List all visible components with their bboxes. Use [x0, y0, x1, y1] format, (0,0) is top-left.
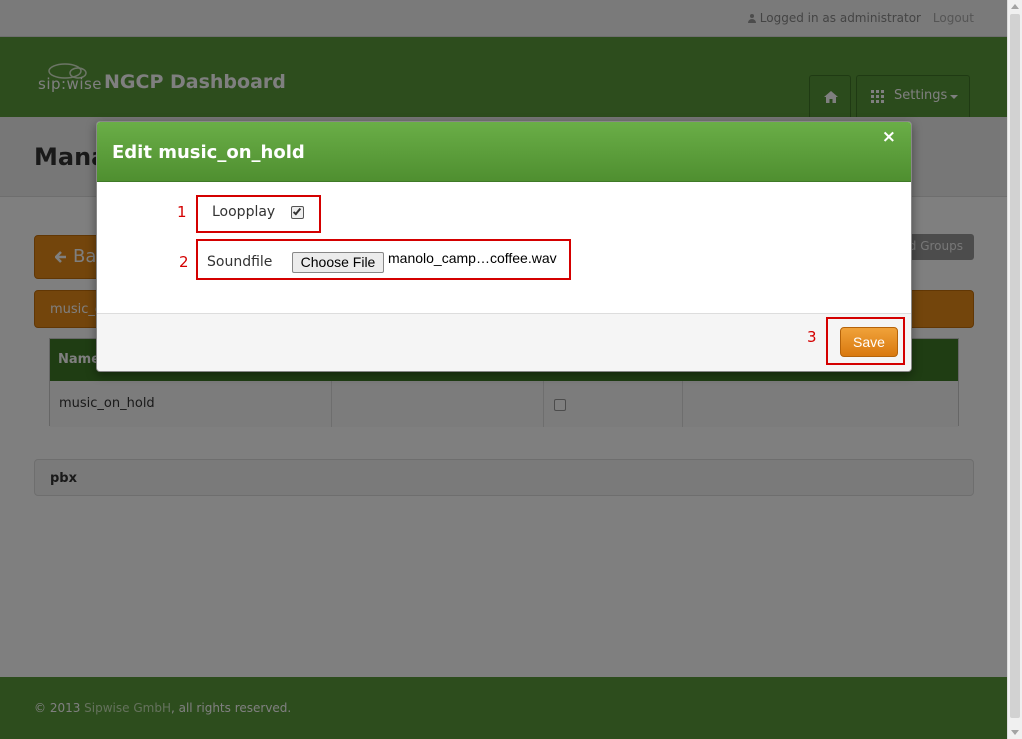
annotation-number-1: 1 [177, 203, 187, 221]
loopplay-label: Loopplay [212, 204, 276, 220]
modal-header: Edit music_on_hold × [97, 122, 911, 182]
annotation-number-2: 2 [179, 253, 189, 271]
scrollbar-thumb[interactable] [1010, 14, 1020, 718]
vertical-scrollbar[interactable] [1007, 0, 1022, 739]
modal-title: Edit music_on_hold [112, 142, 305, 163]
save-button[interactable]: Save [840, 327, 898, 357]
scroll-up-icon[interactable] [1011, 4, 1019, 9]
soundfile-label: Soundfile [207, 254, 273, 270]
edit-modal: Edit music_on_hold × 1 Loopplay 2 Soundf… [96, 121, 912, 372]
modal-footer [97, 313, 911, 371]
checkmark-icon [292, 206, 302, 216]
scroll-down-icon[interactable] [1011, 730, 1019, 735]
selected-file-name: manolo_camp…coffee.wav [388, 250, 557, 266]
choose-file-button[interactable]: Choose File [292, 252, 384, 273]
close-icon[interactable]: × [882, 127, 896, 147]
loopplay-checkbox[interactable] [291, 206, 304, 219]
annotation-number-3: 3 [807, 328, 817, 346]
